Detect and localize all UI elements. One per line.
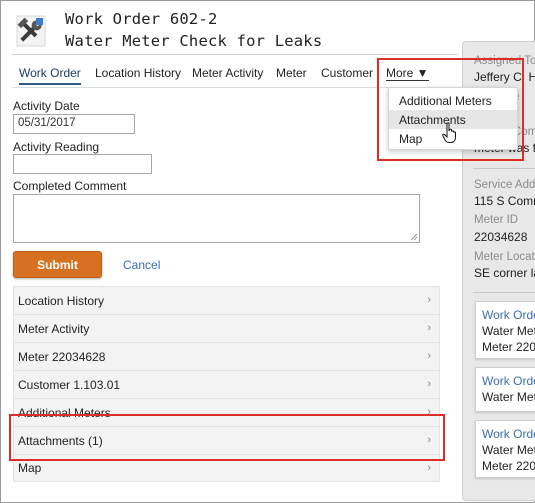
card-line: Water Meter — [482, 390, 535, 404]
work-order-subtitle: Water Meter Check for Leaks — [65, 32, 323, 50]
card-line: Water Meter — [482, 324, 535, 338]
tab-location-history[interactable]: Location History — [95, 66, 181, 80]
list-item-location-history[interactable]: Location History › — [13, 286, 440, 314]
list-item-customer[interactable]: Customer 1.103.01 › — [13, 370, 440, 398]
hand-pointer-icon — [442, 122, 456, 143]
page-header: Work Order 602-2 Water Meter Check for L… — [1, 1, 459, 53]
highlight-box-more-menu — [377, 58, 524, 161]
tab-customer[interactable]: Customer — [321, 66, 373, 80]
list-item-meter[interactable]: Meter 22034628 › — [13, 342, 440, 370]
activity-date-input[interactable]: 05/31/2017 — [13, 114, 135, 134]
meter-id-label: Meter ID — [474, 214, 519, 226]
tools-icon — [16, 15, 46, 47]
completed-comment-textarea[interactable] — [13, 194, 420, 243]
related-work-order-card[interactable]: Work Order Water Meter — [475, 367, 535, 412]
card-title[interactable]: Work Order — [482, 427, 535, 441]
header-divider — [12, 54, 458, 55]
activity-reading-label: Activity Reading — [13, 140, 100, 154]
list-item-label: Map — [18, 461, 42, 475]
card-title[interactable]: Work Order — [482, 374, 535, 388]
activity-date-label: Activity Date — [13, 99, 80, 113]
resize-grip-icon[interactable] — [410, 233, 418, 241]
chevron-right-icon: › — [427, 294, 431, 306]
panel-divider — [473, 168, 535, 169]
service-address-label: Service Addre — [474, 179, 535, 191]
list-item-meter-activity[interactable]: Meter Activity › — [13, 314, 440, 342]
meter-location-label: Meter Locatio — [474, 251, 535, 263]
list-item-label: Customer 1.103.01 — [18, 377, 121, 392]
panel-divider — [473, 292, 535, 293]
chevron-right-icon: › — [427, 322, 431, 334]
chevron-right-icon: › — [427, 378, 431, 390]
card-title[interactable]: Work Order — [482, 308, 535, 322]
related-work-order-card[interactable]: Work Order Water Meter Meter 2203 — [475, 301, 535, 359]
work-order-title: Work Order 602-2 — [65, 10, 218, 28]
activity-reading-input[interactable] — [13, 154, 152, 174]
related-work-order-card[interactable]: Work Order Water Meter Meter 2203 — [475, 420, 535, 478]
highlight-box-attachments — [9, 414, 445, 461]
list-item-label: Meter Activity — [18, 321, 90, 336]
tab-meter-activity[interactable]: Meter Activity — [192, 66, 263, 80]
card-line: Meter 2203 — [482, 340, 535, 354]
service-address-value: 115 S Comm — [474, 194, 535, 208]
meter-location-value: SE corner law — [474, 266, 535, 280]
list-item-label: Location History — [18, 293, 105, 308]
card-line: Water Meter — [482, 443, 535, 457]
completed-comment-label: Completed Comment — [13, 179, 127, 193]
meter-id-value: 22034628 — [474, 230, 528, 244]
cancel-link[interactable]: Cancel — [123, 258, 160, 272]
submit-button[interactable]: Submit — [13, 251, 102, 278]
chevron-right-icon: › — [427, 462, 431, 474]
card-line: Meter 2203 — [482, 459, 535, 473]
chevron-right-icon: › — [427, 350, 431, 362]
tab-meter[interactable]: Meter — [276, 66, 307, 80]
list-item-label: Meter 22034628 — [18, 349, 106, 364]
tab-work-order[interactable]: Work Order — [19, 66, 81, 85]
